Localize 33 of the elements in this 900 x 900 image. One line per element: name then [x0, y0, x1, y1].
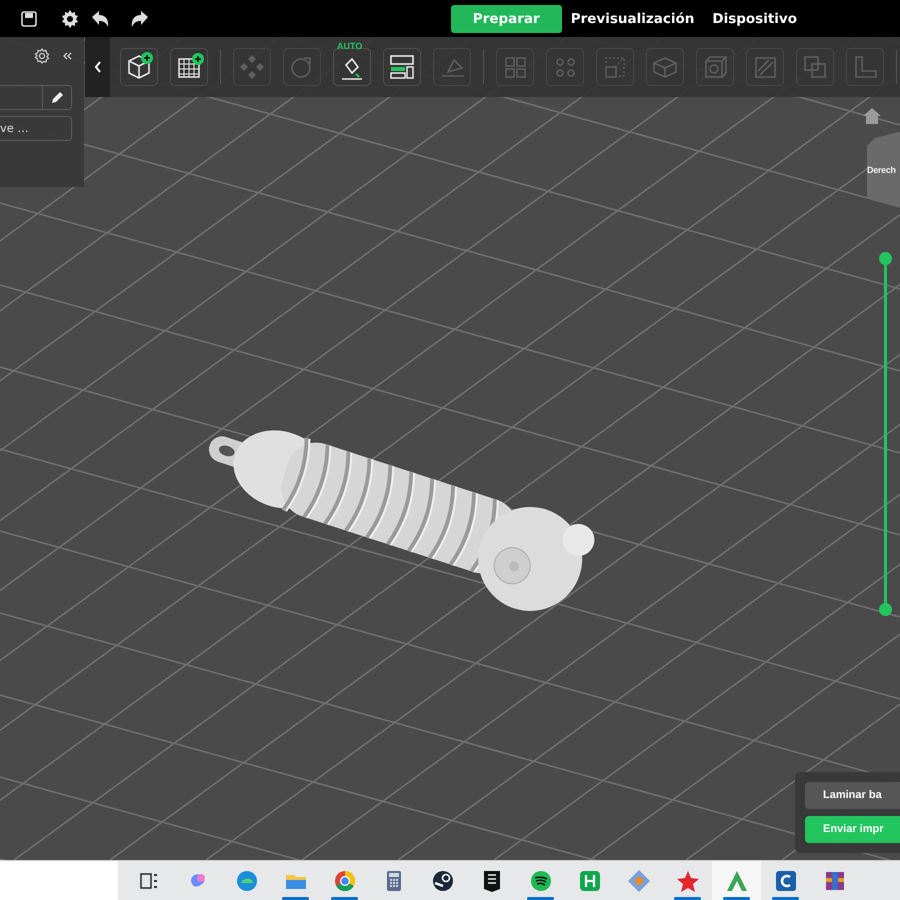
sound-bars-icon [528, 868, 552, 892]
settings-icon[interactable] [34, 48, 50, 64]
tool-button[interactable] [333, 48, 371, 86]
grid-square-icon [578, 868, 602, 892]
arrow-up-icon [724, 868, 748, 892]
tool-button[interactable] [170, 48, 208, 86]
auto-label: AUTO [337, 41, 362, 51]
collapse-icon[interactable] [62, 51, 72, 61]
diamond-icon [626, 868, 650, 892]
preset-field[interactable]: ve ... [0, 116, 72, 141]
c-square-icon [774, 868, 798, 892]
ring-icon [332, 868, 356, 892]
settings-icon[interactable] [60, 8, 80, 28]
mode-tab[interactable]: Previsualización [562, 4, 704, 32]
tool-button[interactable] [120, 48, 158, 86]
undo-icon[interactable] [90, 10, 110, 28]
star-icon [676, 868, 700, 892]
tool-button[interactable] [383, 48, 421, 86]
view-cube[interactable]: Derech [867, 130, 900, 210]
slider-handle[interactable] [879, 603, 892, 616]
pencil-icon [50, 90, 64, 104]
save-icon[interactable] [20, 10, 38, 28]
chevron-left-icon [94, 60, 102, 74]
disc-icon [430, 868, 454, 892]
redo-icon[interactable] [130, 10, 150, 28]
wave-icon [234, 868, 258, 892]
cube-face-label: Derech [867, 165, 896, 175]
home-icon[interactable] [862, 107, 882, 125]
mode-tab[interactable]: Dispositivo [703, 4, 806, 32]
slice-button[interactable]: Laminar ba [805, 782, 900, 809]
search-field[interactable] [0, 861, 118, 900]
name-field[interactable] [0, 85, 72, 110]
slider-handle[interactable] [879, 252, 892, 265]
